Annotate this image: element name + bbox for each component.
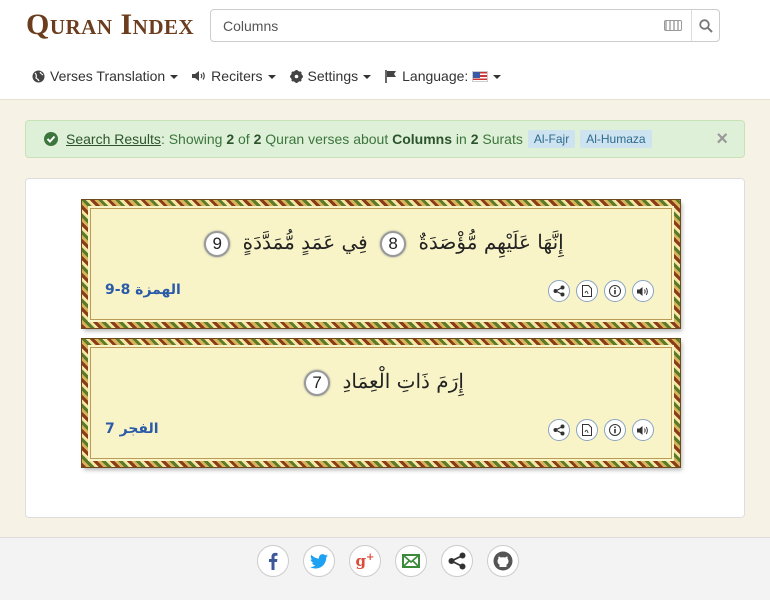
google-plus-icon: g+ [355, 552, 375, 570]
nav-reciters[interactable]: Reciters [192, 68, 276, 84]
caret-down-icon [170, 75, 179, 79]
share-button[interactable] [548, 419, 570, 441]
ayah-number: 7 [304, 369, 331, 396]
share-icon [553, 285, 565, 297]
pdf-icon [582, 285, 592, 297]
facebook-icon [269, 552, 278, 570]
surat-tag-al-humaza[interactable]: Al-Humaza [580, 130, 652, 148]
flag-icon [385, 69, 397, 83]
check-circle-icon [44, 132, 58, 146]
verse-reference[interactable]: الهمزة 8-9 [105, 282, 181, 298]
alert-text: : Showing [160, 131, 227, 147]
verse-text: إِرَمَ ذَاتِ الْعِمَادِ 7 [88, 369, 674, 396]
info-button[interactable] [604, 419, 626, 441]
nav-settings[interactable]: Settings [289, 68, 372, 84]
nav-language[interactable]: Language: [385, 68, 502, 84]
twitter-icon [310, 553, 328, 568]
gear-icon [289, 69, 303, 83]
globe-icon [32, 70, 45, 83]
speaker-icon [192, 70, 206, 82]
results-panel: إِنَّهَا عَلَيْهِم مُّؤْصَدَةٌ 8 فِي عَم… [25, 178, 745, 518]
surat-count: 2 [470, 131, 479, 147]
github-icon [493, 551, 513, 571]
site-logo[interactable]: Quran Index [26, 8, 194, 42]
alert-text: Surats [478, 131, 523, 147]
caret-down-icon [493, 75, 502, 79]
nav-label: Reciters [211, 68, 263, 84]
caret-down-icon [363, 75, 372, 79]
social-links: g+ [257, 545, 519, 577]
ayah-text: إِنَّهَا عَلَيْهِم مُّؤْصَدَةٌ [418, 230, 564, 254]
ayah-text: فِي عَمَدٍ مُّمَدَّدَةٍ [242, 230, 368, 254]
nav-label: Verses Translation [50, 68, 166, 84]
footer: g+ [0, 537, 770, 600]
header: Quran Index Verses Translation [0, 0, 770, 100]
play-audio-button[interactable] [632, 419, 654, 441]
card-frame [90, 208, 672, 320]
nav-label: Language: [402, 68, 469, 84]
search-box [210, 9, 720, 42]
pdf-icon [582, 424, 592, 436]
facebook-button[interactable] [257, 545, 289, 577]
verse-text: إِنَّهَا عَلَيْهِم مُّؤْصَدَةٌ 8 فِي عَم… [88, 230, 674, 257]
results-total-count: 2 [253, 131, 262, 147]
github-button[interactable] [487, 545, 519, 577]
google-plus-button[interactable]: g+ [349, 545, 381, 577]
verse-actions [548, 280, 654, 302]
nav-verses-translation[interactable]: Verses Translation [32, 68, 179, 84]
us-flag-icon [472, 70, 489, 82]
search-results-link[interactable]: Search Results [66, 131, 161, 147]
play-audio-button[interactable] [632, 280, 654, 302]
ayah-number: 9 [204, 230, 231, 257]
share-icon [553, 424, 565, 436]
info-button[interactable] [604, 280, 626, 302]
verse-card: إِرَمَ ذَاتِ الْعِمَادِ 7 الفجر 7 [82, 339, 680, 467]
close-icon[interactable]: × [716, 129, 728, 149]
speaker-icon [637, 425, 648, 435]
search-input[interactable] [211, 10, 651, 41]
alert-text: Quran verses about [261, 131, 393, 147]
email-button[interactable] [395, 545, 427, 577]
nav-label: Settings [307, 68, 359, 84]
twitter-button[interactable] [303, 545, 335, 577]
search-button[interactable] [691, 10, 720, 41]
verse-actions [548, 419, 654, 441]
share-button[interactable] [441, 545, 473, 577]
keyboard-icon[interactable] [664, 20, 682, 31]
caret-down-icon [267, 75, 276, 79]
verse-card: إِنَّهَا عَلَيْهِم مُّؤْصَدَةٌ 8 فِي عَم… [82, 200, 680, 328]
pdf-button[interactable] [576, 280, 598, 302]
card-frame [90, 347, 672, 459]
share-icon [448, 552, 466, 570]
alert-text: in [452, 131, 471, 147]
info-icon [609, 424, 621, 436]
main-nav: Verses Translation Reciters Settings Lan… [32, 66, 515, 86]
surat-tag-al-fajr[interactable]: Al-Fajr [527, 130, 576, 148]
speaker-icon [637, 286, 648, 296]
email-icon [402, 554, 420, 568]
results-shown-count: 2 [226, 131, 235, 147]
search-results-alert: Search Results : Showing 2 of 2 Quran ve… [25, 120, 745, 158]
search-icon [699, 18, 713, 33]
verse-reference[interactable]: الفجر 7 [105, 421, 159, 437]
alert-text: of [234, 131, 254, 147]
ayah-text: إِرَمَ ذَاتِ الْعِمَادِ [342, 369, 464, 393]
pdf-button[interactable] [576, 419, 598, 441]
info-icon [609, 285, 621, 297]
ayah-number: 8 [380, 230, 407, 257]
share-button[interactable] [548, 280, 570, 302]
search-query: Columns [392, 131, 453, 147]
